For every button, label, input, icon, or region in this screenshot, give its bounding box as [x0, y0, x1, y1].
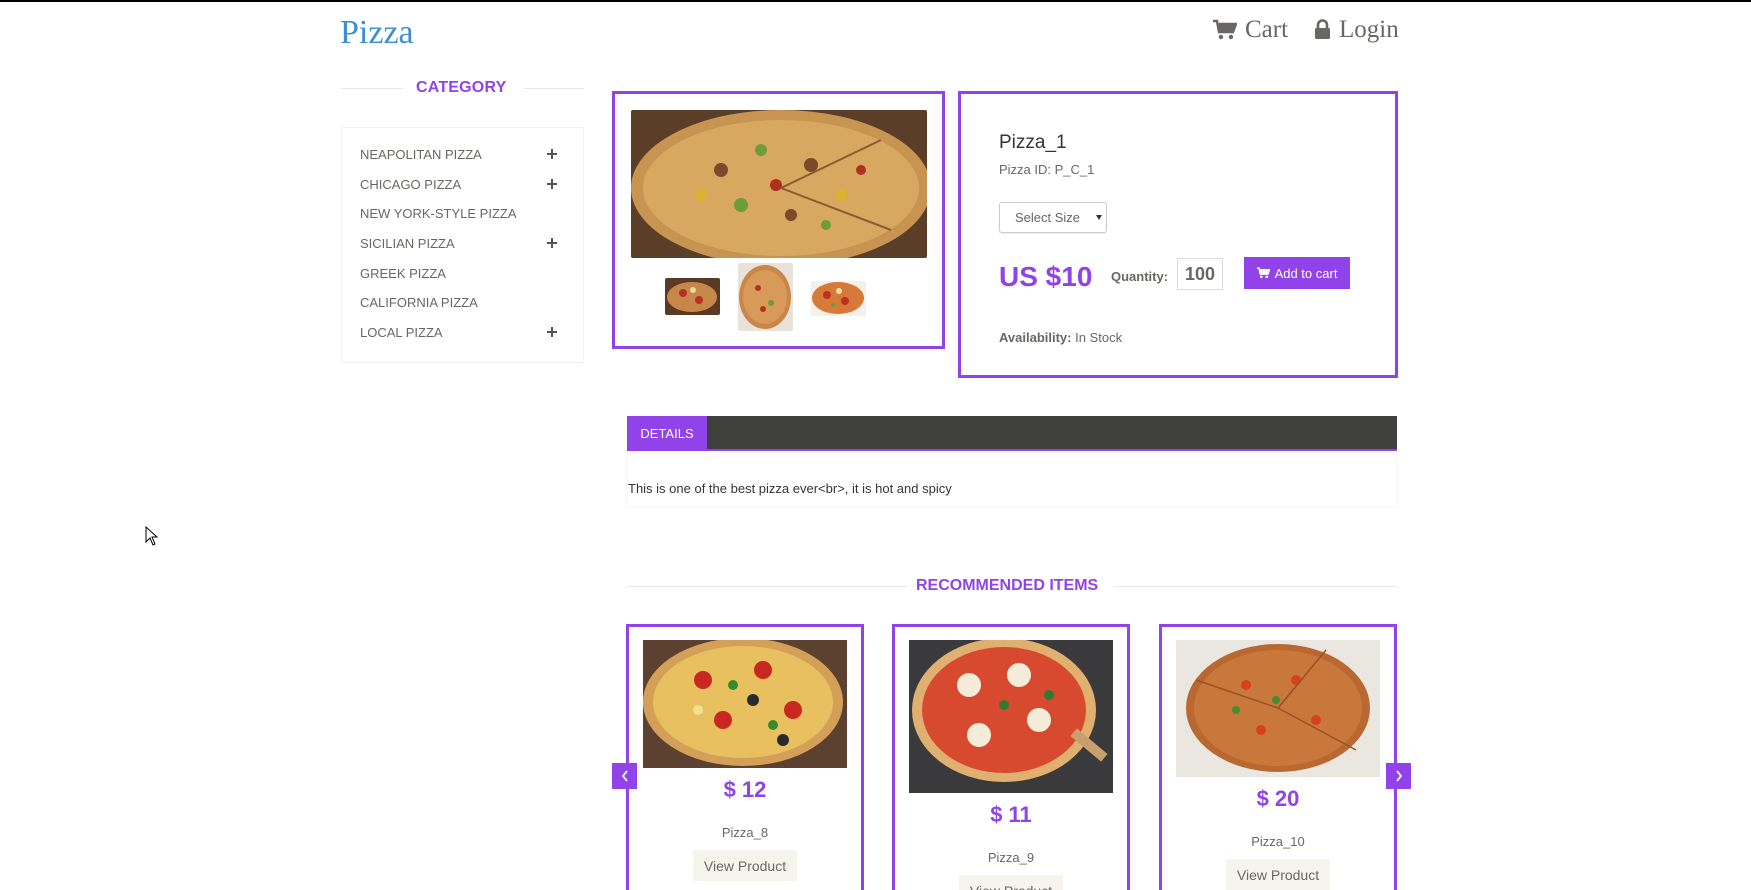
login-link[interactable]: Login	[1314, 16, 1399, 44]
divider	[627, 586, 907, 587]
thumbnail-image[interactable]	[811, 281, 866, 316]
category-item[interactable]: NEW YORK-STYLE PIZZA	[360, 206, 517, 221]
product-id: Pizza ID: P_C_1	[999, 162, 1095, 177]
recommended-item: $ 12 Pizza_8 View Product	[626, 624, 864, 890]
item-name: Pizza_9	[987, 850, 1035, 865]
availability-label: Availability:	[999, 330, 1072, 345]
product-info-panel: Pizza_1 Pizza ID: P_C_1 Select Size US $…	[958, 91, 1398, 378]
mouse-cursor-icon	[145, 526, 159, 546]
details-panel: This is one of the best pizza ever<br>, …	[627, 451, 1397, 508]
category-title: CATEGORY	[416, 79, 507, 96]
recommended-title: RECOMMENDED ITEMS	[916, 577, 1099, 594]
view-product-button[interactable]: View Product	[693, 850, 797, 881]
availability-value: In Stock	[1075, 330, 1123, 345]
category-item[interactable]: LOCAL PIZZA	[360, 325, 443, 340]
product-price: US $10	[999, 261, 1093, 292]
divider	[341, 88, 403, 89]
size-select-value: Select Size	[1015, 210, 1081, 225]
details-tab-bar: DETAILS	[627, 416, 1397, 451]
category-item[interactable]: GREEK PIZZA	[360, 266, 446, 281]
top-border	[0, 0, 1751, 2]
divider	[1114, 586, 1397, 587]
product-image	[643, 640, 847, 768]
size-select[interactable]: Select Size	[999, 202, 1107, 233]
category-item[interactable]: CHICAGO PIZZA	[360, 177, 461, 192]
quantity-input[interactable]	[1177, 258, 1223, 290]
chevron-right-icon	[1395, 770, 1402, 782]
plus-icon[interactable]	[547, 149, 557, 159]
carousel-next-button[interactable]	[1386, 763, 1411, 789]
quantity-label: Quantity:	[1111, 269, 1169, 284]
login-label: Login	[1339, 16, 1399, 43]
view-product-button[interactable]: View Product	[959, 875, 1063, 890]
carousel-prev-button[interactable]	[612, 763, 637, 789]
cart-link[interactable]: Cart	[1213, 16, 1288, 44]
shopping-cart-icon	[1256, 267, 1270, 279]
add-to-cart-label: Add to cart	[1274, 265, 1338, 281]
item-name: Pizza_8	[721, 825, 769, 840]
recommended-item: $ 20 Pizza_10 View Product	[1159, 624, 1397, 890]
view-product-button[interactable]: View Product	[1226, 859, 1330, 890]
category-item[interactable]: CALIFORNIA PIZZA	[360, 295, 478, 310]
recommended-item: $ 11 Pizza_9 View Product	[892, 624, 1130, 890]
item-name: Pizza_10	[1251, 834, 1305, 849]
site-logo[interactable]: Pizza	[340, 14, 414, 52]
product-image	[1176, 640, 1380, 777]
category-list: NEAPOLITAN PIZZA CHICAGO PIZZA NEW YORK-…	[341, 127, 584, 363]
cart-label: Cart	[1245, 16, 1289, 43]
item-price: $ 11	[990, 802, 1032, 827]
plus-icon[interactable]	[547, 238, 557, 248]
availability: Availability: In Stock	[999, 330, 1122, 345]
chevron-down-icon	[1096, 215, 1102, 220]
category-item[interactable]: SICILIAN PIZZA	[360, 236, 455, 251]
tab-details[interactable]: DETAILS	[627, 416, 707, 451]
product-name: Pizza_1	[999, 132, 1067, 153]
product-gallery	[612, 91, 945, 349]
item-price: $ 20	[1256, 786, 1300, 811]
item-price: $ 12	[723, 777, 767, 802]
divider	[524, 88, 584, 89]
chevron-left-icon	[621, 770, 628, 782]
add-to-cart-button[interactable]: Add to cart	[1244, 257, 1350, 289]
product-image	[909, 640, 1113, 793]
product-description: This is one of the best pizza ever<br>, …	[628, 481, 952, 496]
thumbnail-image[interactable]	[738, 263, 793, 331]
plus-icon[interactable]	[547, 179, 557, 189]
shopping-cart-icon	[1213, 19, 1237, 40]
plus-icon[interactable]	[547, 327, 557, 337]
category-item[interactable]: NEAPOLITAN PIZZA	[360, 147, 482, 162]
lock-icon	[1315, 19, 1330, 39]
product-main-image	[631, 110, 927, 258]
thumbnail-image[interactable]	[665, 278, 720, 315]
